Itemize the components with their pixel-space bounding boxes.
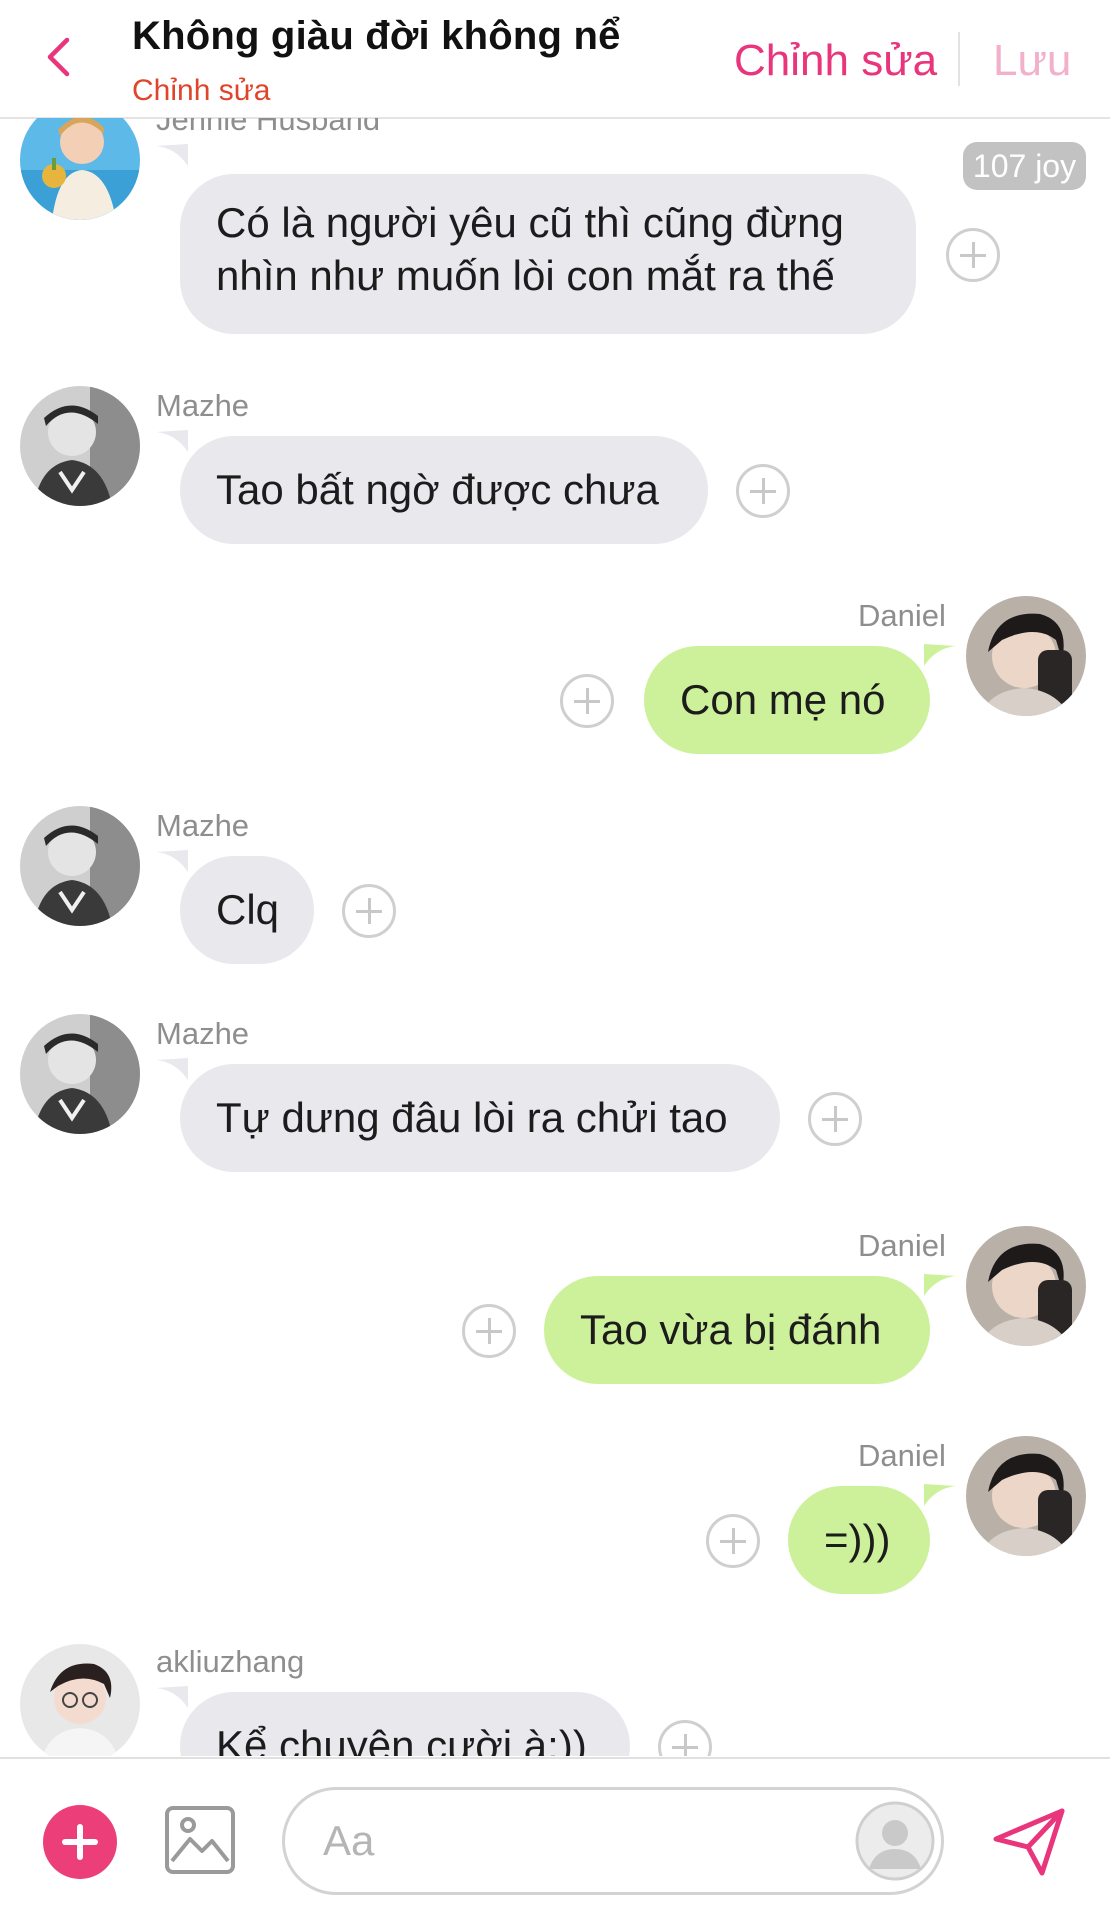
header-divider: [958, 32, 960, 86]
avatar-daniel[interactable]: [966, 1436, 1086, 1556]
message-bubble[interactable]: Con mẹ nó: [644, 646, 930, 754]
joy-badge: 107 joy: [963, 142, 1086, 190]
add-plus-button[interactable]: [43, 1805, 117, 1879]
add-reaction-plus-icon[interactable]: [658, 1720, 712, 1756]
sender-name: akliuzhang: [156, 1644, 305, 1679]
avatar-daniel[interactable]: [966, 1226, 1086, 1346]
bubble-tail: [156, 850, 188, 872]
sender-name: Daniel: [858, 1228, 946, 1263]
send-icon[interactable]: [990, 1801, 1070, 1881]
avatar-mazhe[interactable]: [20, 1014, 140, 1134]
message-list[interactable]: Jennie Husband 107 joy Có là người yêu c…: [0, 118, 1110, 1756]
sender-name: Jennie Husband: [156, 118, 381, 137]
chat-title: Không giàu đời không nể: [132, 14, 621, 58]
add-reaction-plus-icon[interactable]: [560, 674, 614, 728]
add-reaction-plus-icon[interactable]: [706, 1514, 760, 1568]
bubble-tail: [156, 1058, 188, 1080]
add-reaction-plus-icon[interactable]: [462, 1304, 516, 1358]
bubble-tail: [156, 430, 188, 452]
composer-bar: [0, 1757, 1110, 1922]
add-reaction-plus-icon[interactable]: [736, 464, 790, 518]
message-bubble[interactable]: Có là người yêu cũ thì cũng đừng nhìn nh…: [180, 174, 916, 334]
chat-header: Không giàu đời không nể Chỉnh sửa Chỉnh …: [0, 0, 1110, 119]
edit-button[interactable]: Chỉnh sửa: [734, 36, 937, 86]
avatar-mazhe[interactable]: [20, 386, 140, 506]
sender-name: Daniel: [858, 598, 946, 633]
bubble-tail: [924, 1484, 956, 1506]
avatar-jennie-husband[interactable]: [20, 118, 140, 220]
message-line: nhìn như muốn lòi con mắt ra thế: [216, 252, 835, 299]
add-reaction-plus-icon[interactable]: [342, 884, 396, 938]
back-chevron-icon[interactable]: [40, 36, 82, 78]
message-bubble[interactable]: Clq: [180, 856, 314, 964]
message-bubble[interactable]: =))): [788, 1486, 930, 1594]
message-bubble[interactable]: Kể chuyện cười à:)): [180, 1692, 630, 1756]
add-reaction-plus-icon[interactable]: [808, 1092, 862, 1146]
save-button[interactable]: Lưu: [993, 36, 1071, 86]
message-bubble[interactable]: Tao vừa bị đánh: [544, 1276, 930, 1384]
avatar-mazhe[interactable]: [20, 806, 140, 926]
message-input[interactable]: [282, 1787, 944, 1895]
bubble-tail: [924, 644, 956, 666]
avatar-daniel[interactable]: [966, 596, 1086, 716]
avatar-akliuzhang[interactable]: [20, 1644, 140, 1756]
message-line: Có là người yêu cũ thì cũng đừng: [216, 199, 844, 246]
sender-name: Mazhe: [156, 808, 250, 843]
image-icon[interactable]: [164, 1805, 236, 1875]
bubble-tail: [924, 1274, 956, 1296]
profile-icon[interactable]: [855, 1801, 935, 1881]
bubble-tail: [156, 144, 188, 166]
message-bubble[interactable]: Tao bất ngờ được chưa: [180, 436, 708, 544]
sender-name: Daniel: [858, 1438, 946, 1473]
chat-subtitle[interactable]: Chỉnh sửa: [132, 74, 271, 108]
sender-name: Mazhe: [156, 1016, 250, 1051]
add-reaction-plus-icon[interactable]: [946, 228, 1000, 282]
message-bubble[interactable]: Tự dưng đâu lòi ra chửi tao: [180, 1064, 780, 1172]
sender-name: Mazhe: [156, 388, 250, 423]
bubble-tail: [156, 1686, 188, 1708]
